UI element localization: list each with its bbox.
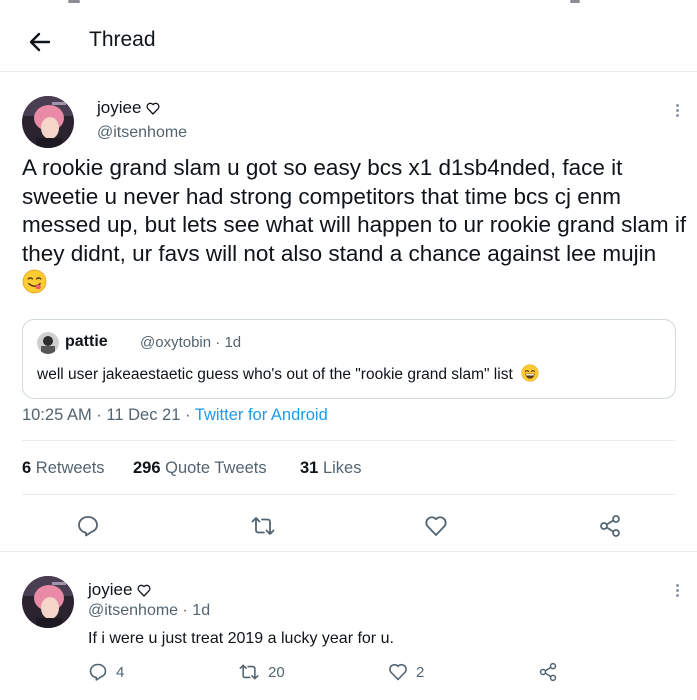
status-bar <box>0 0 697 8</box>
tweet-source-link[interactable]: Twitter for Android <box>195 406 328 424</box>
quoted-tweet-card[interactable]: pattie @oxytobin · 1d well user jakeaest… <box>22 319 676 399</box>
page-title: Thread <box>89 28 156 51</box>
more-vertical-icon[interactable] <box>670 102 684 124</box>
more-vertical-icon[interactable] <box>670 582 684 604</box>
thread-page: Thread joyiee @itsenhome A rookie grand … <box>0 0 697 700</box>
heart-icon <box>425 516 447 536</box>
share-button[interactable] <box>538 662 558 682</box>
tweet-date[interactable]: 11 Dec 21 <box>106 406 180 424</box>
share-button[interactable] <box>598 514 622 538</box>
reply-button[interactable]: 4 <box>88 662 124 682</box>
grinning-face-emoji <box>521 364 539 382</box>
reply-age: 1d <box>192 602 211 619</box>
like-button[interactable]: 2 <box>388 662 424 682</box>
reply-avatar[interactable] <box>22 576 74 628</box>
retweet-icon <box>239 664 259 680</box>
header-divider <box>0 71 697 72</box>
quoted-avatar[interactable] <box>37 332 59 354</box>
heart-outline-icon <box>146 102 160 115</box>
divider <box>22 440 675 441</box>
likes-stat[interactable]: 31 Likes <box>300 459 361 478</box>
heart-icon <box>389 663 407 681</box>
reply-text: If i were u just treat 2019 a lucky year… <box>88 630 394 647</box>
divider <box>0 551 697 552</box>
quote-tweets-stat[interactable]: 296 Quote Tweets <box>133 459 267 478</box>
back-arrow-icon[interactable] <box>26 28 54 56</box>
retweet-count: 20 <box>268 663 285 681</box>
share-icon <box>539 662 557 682</box>
retweet-icon <box>251 517 275 535</box>
author-name[interactable]: joyiee <box>97 98 160 118</box>
quoted-author-name[interactable]: pattie <box>65 333 108 351</box>
divider <box>22 494 675 495</box>
share-icon <box>600 515 620 537</box>
like-button[interactable] <box>424 514 448 538</box>
reply-icon <box>78 516 98 537</box>
tweet-timestamp: 10:25 AM · 11 Dec 21 · Twitter for Andro… <box>22 406 328 424</box>
retweet-button[interactable]: 20 <box>238 662 285 682</box>
top-app-bar: Thread <box>0 12 697 70</box>
face-savoring-food-emoji <box>22 269 47 294</box>
tweet-time[interactable]: 10:25 AM <box>22 406 92 424</box>
reply-author-handle[interactable]: @itsenhome <box>88 602 178 619</box>
like-count: 2 <box>416 663 425 681</box>
tweet-text: A rookie grand slam u got so easy bcs x1… <box>22 154 687 297</box>
quoted-author-meta: @oxytobin · 1d <box>140 334 242 351</box>
heart-outline-icon <box>137 584 151 597</box>
reply-author-name[interactable]: joyiee <box>88 580 151 600</box>
reply-author-meta: @itsenhome · 1d <box>88 602 211 619</box>
author-handle[interactable]: @itsenhome <box>97 124 187 142</box>
retweet-button[interactable] <box>250 514 276 538</box>
quoted-text: well user jakeaestaetic guess who's out … <box>37 364 539 384</box>
reply-icon <box>89 663 107 681</box>
reply-button[interactable] <box>76 514 100 538</box>
reply-count: 4 <box>116 663 125 681</box>
avatar[interactable] <box>22 96 74 148</box>
retweets-stat[interactable]: 6 Retweets <box>22 459 105 478</box>
